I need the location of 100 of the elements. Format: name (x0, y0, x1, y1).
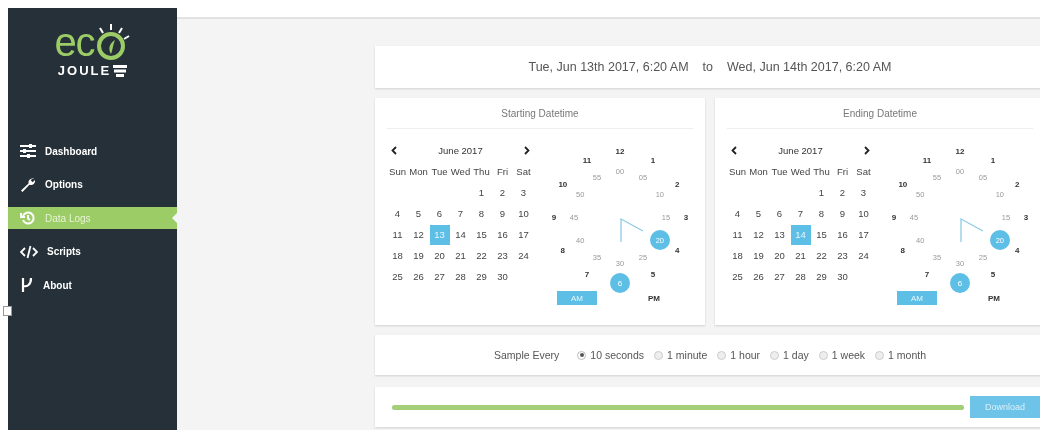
day-cell[interactable]: 6 (769, 203, 790, 224)
day-cell[interactable]: 21 (450, 245, 471, 266)
day-cell[interactable]: 6 (429, 203, 450, 224)
hour-option[interactable]: 2 (674, 179, 680, 189)
day-cell[interactable]: 30 (492, 266, 513, 287)
chevron-left-icon[interactable] (391, 145, 397, 155)
day-cell[interactable]: 15 (811, 224, 832, 245)
day-cell[interactable]: 20 (769, 245, 790, 266)
radio-button[interactable] (875, 350, 885, 360)
day-cell[interactable]: 5 (408, 203, 429, 224)
hour-option[interactable]: 8 (900, 245, 906, 255)
hour-option[interactable]: 5 (990, 269, 996, 279)
day-cell[interactable]: 29 (811, 266, 832, 287)
day-cell[interactable]: 1 (471, 182, 492, 203)
radio-button[interactable] (654, 350, 664, 360)
hour-option[interactable]: 2 (1014, 179, 1020, 189)
day-cell[interactable]: 30 (832, 266, 853, 287)
hour-option[interactable]: 11 (922, 155, 932, 165)
day-cell[interactable]: 23 (492, 245, 513, 266)
hour-option[interactable]: 1 (990, 155, 996, 165)
day-cell[interactable]: 12 (408, 224, 429, 245)
hour-option[interactable]: 7 (584, 269, 590, 279)
day-cell[interactable]: 26 (748, 266, 769, 287)
radio-option[interactable]: 1 week (818, 349, 866, 361)
day-cell[interactable]: 26 (408, 266, 429, 287)
day-cell[interactable]: 17 (853, 224, 874, 245)
pm-toggle[interactable]: PM (974, 291, 1014, 305)
day-cell[interactable]: 22 (811, 245, 832, 266)
day-cell[interactable]: 23 (832, 245, 853, 266)
chevron-right-icon[interactable] (524, 145, 530, 155)
day-cell[interactable]: 8 (811, 203, 832, 224)
day-cell[interactable]: 16 (832, 224, 853, 245)
radio-button[interactable] (770, 350, 780, 360)
hour-option[interactable]: 10 (558, 179, 568, 189)
day-cell[interactable]: 10 (853, 203, 874, 224)
day-cell[interactable]: 3 (513, 182, 534, 203)
day-cell[interactable]: 9 (832, 203, 853, 224)
day-cell[interactable]: 29 (471, 266, 492, 287)
hour-option[interactable]: 8 (560, 245, 566, 255)
day-cell[interactable]: 7 (450, 203, 471, 224)
day-cell[interactable]: 1 (811, 182, 832, 203)
radio-option[interactable]: 1 hour (717, 349, 761, 361)
day-cell[interactable]: 3 (853, 182, 874, 203)
day-cell[interactable]: 27 (769, 266, 790, 287)
day-cell[interactable]: 19 (408, 245, 429, 266)
hour-option[interactable]: 4 (674, 245, 680, 255)
day-cell[interactable]: 11 (387, 224, 408, 245)
day-cell[interactable]: 15 (471, 224, 492, 245)
hour-option[interactable]: 3 (683, 212, 689, 222)
radio-option[interactable]: 1 minute (654, 349, 708, 361)
radio-button[interactable] (717, 350, 727, 360)
day-cell[interactable]: 20 (429, 245, 450, 266)
chevron-right-icon[interactable] (864, 145, 870, 155)
day-cell[interactable]: 4 (387, 203, 408, 224)
day-cell[interactable]: 22 (471, 245, 492, 266)
hour-option[interactable]: 3 (1023, 212, 1029, 222)
day-cell[interactable]: 13 (769, 224, 790, 245)
day-cell[interactable]: 5 (748, 203, 769, 224)
pm-toggle[interactable]: PM (634, 291, 674, 305)
day-cell[interactable]: 19 (748, 245, 769, 266)
hour-option[interactable]: 12 (955, 146, 965, 156)
day-cell[interactable]: 28 (450, 266, 471, 287)
day-cell[interactable]: 17 (513, 224, 534, 245)
day-cell[interactable]: 18 (727, 245, 748, 266)
hour-option[interactable]: 5 (650, 269, 656, 279)
hour-option[interactable]: 7 (924, 269, 930, 279)
hour-option[interactable]: 9 (551, 212, 557, 222)
day-cell[interactable]: 16 (492, 224, 513, 245)
day-cell[interactable]: 10 (513, 203, 534, 224)
day-cell[interactable]: 4 (727, 203, 748, 224)
hour-option[interactable]: 4 (1014, 245, 1020, 255)
hour-option[interactable]: 9 (891, 212, 897, 222)
radio-button[interactable] (577, 350, 587, 360)
resize-handle[interactable] (3, 306, 12, 316)
day-cell[interactable]: 18 (387, 245, 408, 266)
day-cell[interactable]: 21 (790, 245, 811, 266)
day-cell[interactable]: 9 (492, 203, 513, 224)
hour-option[interactable]: 10 (898, 179, 908, 189)
day-cell[interactable]: 8 (471, 203, 492, 224)
sidebar-item[interactable]: About (8, 274, 177, 296)
radio-button[interactable] (818, 350, 828, 360)
day-cell[interactable]: 7 (790, 203, 811, 224)
day-cell[interactable]: 24 (513, 245, 534, 266)
day-cell[interactable]: 25 (727, 266, 748, 287)
radio-option[interactable]: 1 month (875, 349, 927, 361)
day-cell[interactable]: 25 (387, 266, 408, 287)
radio-option[interactable]: 1 day (770, 349, 809, 361)
hour-option[interactable]: 12 (615, 146, 625, 156)
day-cell[interactable]: 11 (727, 224, 748, 245)
day-cell[interactable]: 28 (790, 266, 811, 287)
day-cell[interactable]: 24 (853, 245, 874, 266)
sidebar-item[interactable]: Dashboard (8, 140, 177, 162)
chevron-left-icon[interactable] (731, 145, 737, 155)
day-cell[interactable]: 14 (450, 224, 471, 245)
day-cell[interactable]: 2 (832, 182, 853, 203)
sidebar-item[interactable]: Scripts (8, 240, 177, 263)
day-cell[interactable]: 2 (492, 182, 513, 203)
sidebar-item[interactable]: Options (8, 173, 177, 196)
hour-option[interactable]: 1 (650, 155, 656, 165)
day-cell[interactable]: 27 (429, 266, 450, 287)
